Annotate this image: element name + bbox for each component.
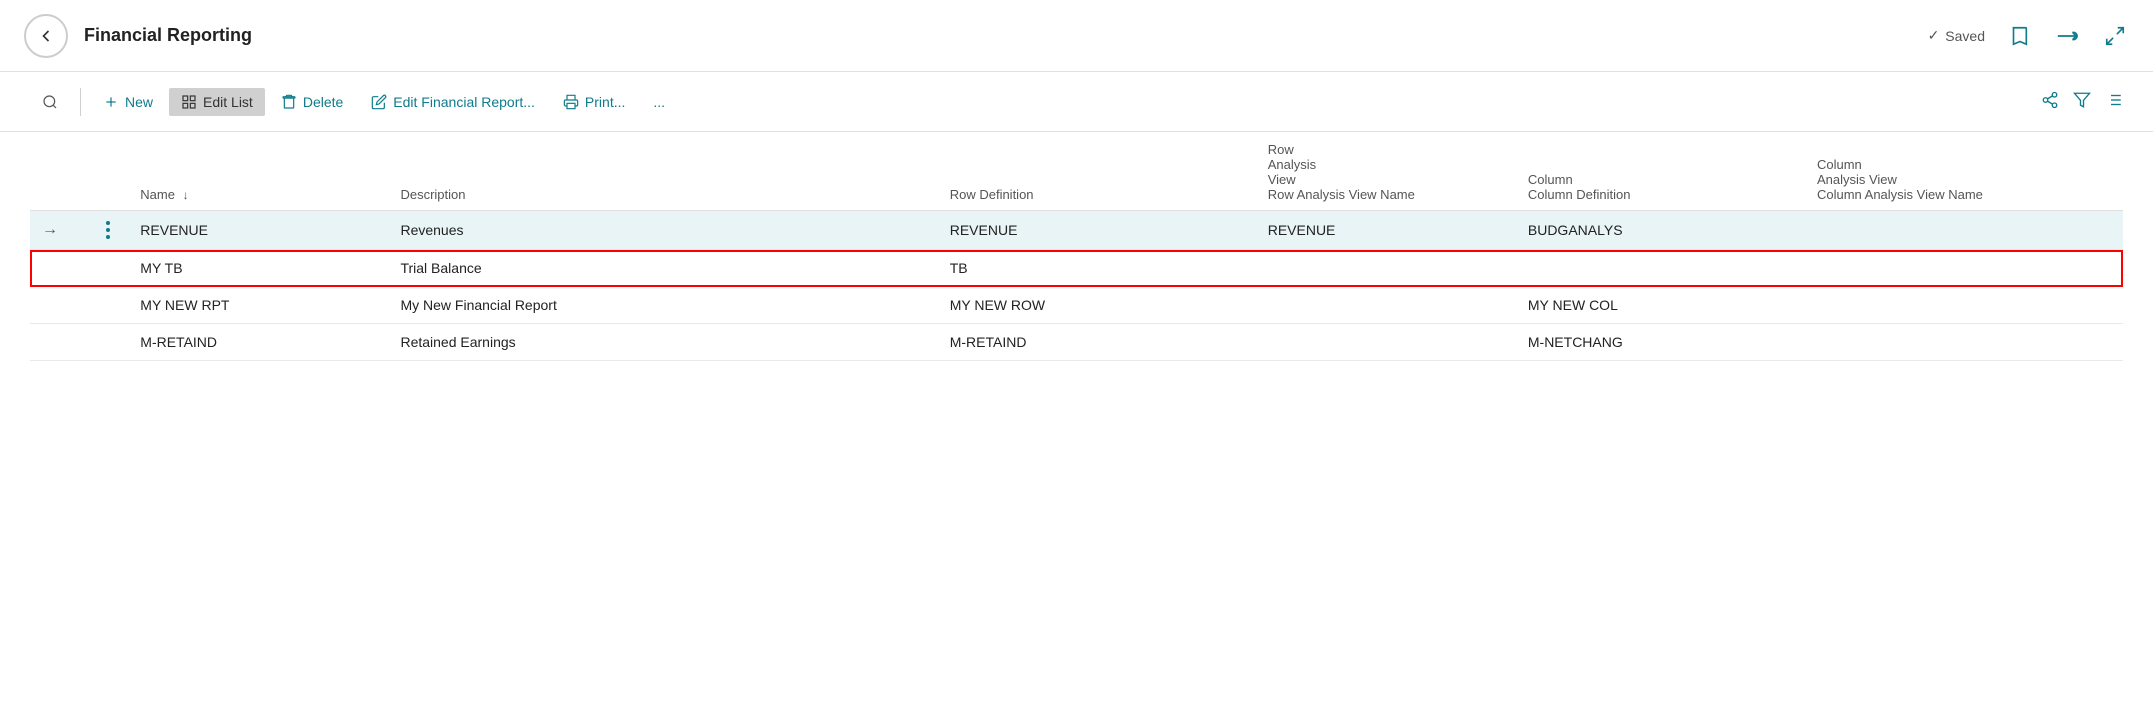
share-icon xyxy=(2041,91,2059,109)
row-name: MY NEW RPT xyxy=(128,287,388,324)
delete-icon xyxy=(281,94,297,110)
edit-report-label: Edit Financial Report... xyxy=(393,94,535,110)
row-definition: TB xyxy=(938,250,1256,287)
columns-icon xyxy=(2105,91,2123,109)
table-row[interactable]: MY NEW RPT My New Financial Report MY NE… xyxy=(30,287,2123,324)
col-arrow-header xyxy=(30,132,88,211)
row-name: MY TB xyxy=(128,250,388,287)
col-colanalysis-header[interactable]: ColumnAnalysis ViewColumn Analysis View … xyxy=(1805,132,2123,211)
column-analysis-view xyxy=(1805,287,2123,324)
share-button[interactable] xyxy=(2053,22,2081,50)
bookmark-button[interactable] xyxy=(2005,22,2033,50)
table-area: Name ↓ Description Row Definition RowAna… xyxy=(0,132,2153,707)
toolbar-right xyxy=(2041,91,2123,112)
table-row[interactable]: M-RETAIND Retained Earnings M-RETAIND M-… xyxy=(30,324,2123,361)
row-drag-handle xyxy=(88,250,128,287)
more-button[interactable]: ... xyxy=(641,88,677,116)
row-analysis-view xyxy=(1256,250,1516,287)
expand-button[interactable] xyxy=(2101,22,2129,50)
toolbar-divider-1 xyxy=(80,88,81,116)
column-definition: MY NEW COL xyxy=(1516,287,1805,324)
table-row[interactable]: → REVENUE Revenues REVENUE REVENUE BUDGA… xyxy=(30,211,2123,250)
edit-report-button[interactable]: Edit Financial Report... xyxy=(359,88,547,116)
edit-icon xyxy=(371,94,387,110)
print-label: Print... xyxy=(585,94,625,110)
row-description: Revenues xyxy=(388,211,937,250)
back-button[interactable] xyxy=(24,14,68,58)
edit-list-label: Edit List xyxy=(203,94,253,110)
row-arrow xyxy=(30,250,88,287)
col-name-header[interactable]: Name ↓ xyxy=(128,132,388,211)
desc-col-label: Description xyxy=(400,187,465,202)
checkmark-icon: ✓ xyxy=(1928,27,1940,44)
col-rowanalysis-header[interactable]: RowAnalysisViewRow Analysis View Name xyxy=(1256,132,1516,211)
row-definition: REVENUE xyxy=(938,211,1256,250)
row-arrow xyxy=(30,287,88,324)
search-button[interactable] xyxy=(30,88,70,116)
column-definition: BUDGANALYS xyxy=(1516,211,1805,250)
filter-icon xyxy=(2073,91,2091,109)
saved-indicator: ✓ Saved xyxy=(1928,27,1985,44)
name-col-label: Name xyxy=(140,187,175,202)
column-analysis-view xyxy=(1805,324,2123,361)
row-name: M-RETAIND xyxy=(128,324,388,361)
more-label: ... xyxy=(653,94,665,110)
new-label: New xyxy=(125,94,153,110)
edit-list-button[interactable]: Edit List xyxy=(169,88,265,116)
search-icon xyxy=(42,94,58,110)
row-arrow xyxy=(30,324,88,361)
row-analysis-view xyxy=(1256,324,1516,361)
delete-label: Delete xyxy=(303,94,343,110)
saved-label: Saved xyxy=(1945,28,1985,44)
row-arrow: → xyxy=(30,211,88,250)
drag-dots-icon xyxy=(100,221,116,239)
rowdef-col-label: Row Definition xyxy=(950,187,1034,202)
row-description: My New Financial Report xyxy=(388,287,937,324)
col-rowdef-header[interactable]: Row Definition xyxy=(938,132,1256,211)
sort-arrow: ↓ xyxy=(183,188,189,202)
row-description: Retained Earnings xyxy=(388,324,937,361)
column-analysis-view xyxy=(1805,211,2123,250)
toolbar: New Edit List Delete Edit Financial Repo… xyxy=(0,72,2153,132)
share-list-button[interactable] xyxy=(2041,91,2059,112)
row-drag-handle xyxy=(88,287,128,324)
column-analysis-view xyxy=(1805,250,2123,287)
print-button[interactable]: Print... xyxy=(551,88,637,116)
financial-reports-table: Name ↓ Description Row Definition RowAna… xyxy=(30,132,2123,361)
rowanalysis-col-label: Row Analysis View Name xyxy=(1268,187,1415,202)
filter-button[interactable] xyxy=(2073,91,2091,112)
print-icon xyxy=(563,94,579,110)
row-drag-handle[interactable] xyxy=(88,211,128,250)
header-actions: ✓ Saved xyxy=(1928,22,2129,50)
row-drag-handle xyxy=(88,324,128,361)
col-description-header[interactable]: Description xyxy=(388,132,937,211)
coldef-col-label: Column Definition xyxy=(1528,187,1631,202)
header: Financial Reporting ✓ Saved xyxy=(0,0,2153,72)
row-name: REVENUE xyxy=(128,211,388,250)
column-definition: M-NETCHANG xyxy=(1516,324,1805,361)
edit-list-icon xyxy=(181,94,197,110)
row-analysis-view: REVENUE xyxy=(1256,211,1516,250)
row-definition: M-RETAIND xyxy=(938,324,1256,361)
new-button[interactable]: New xyxy=(91,88,165,116)
row-definition: MY NEW ROW xyxy=(938,287,1256,324)
column-definition xyxy=(1516,250,1805,287)
delete-button[interactable]: Delete xyxy=(269,88,355,116)
table-row[interactable]: MY TB Trial Balance TB xyxy=(30,250,2123,287)
colanalysis-col-label: Column Analysis View Name xyxy=(1817,187,1983,202)
table-header-row: Name ↓ Description Row Definition RowAna… xyxy=(30,132,2123,211)
row-analysis-view xyxy=(1256,287,1516,324)
col-coldef-header[interactable]: ColumnColumn Definition xyxy=(1516,132,1805,211)
page-title: Financial Reporting xyxy=(84,25,1928,46)
column-settings-button[interactable] xyxy=(2105,91,2123,112)
row-description: Trial Balance xyxy=(388,250,937,287)
plus-icon xyxy=(103,94,119,110)
col-drag-header xyxy=(88,132,128,211)
